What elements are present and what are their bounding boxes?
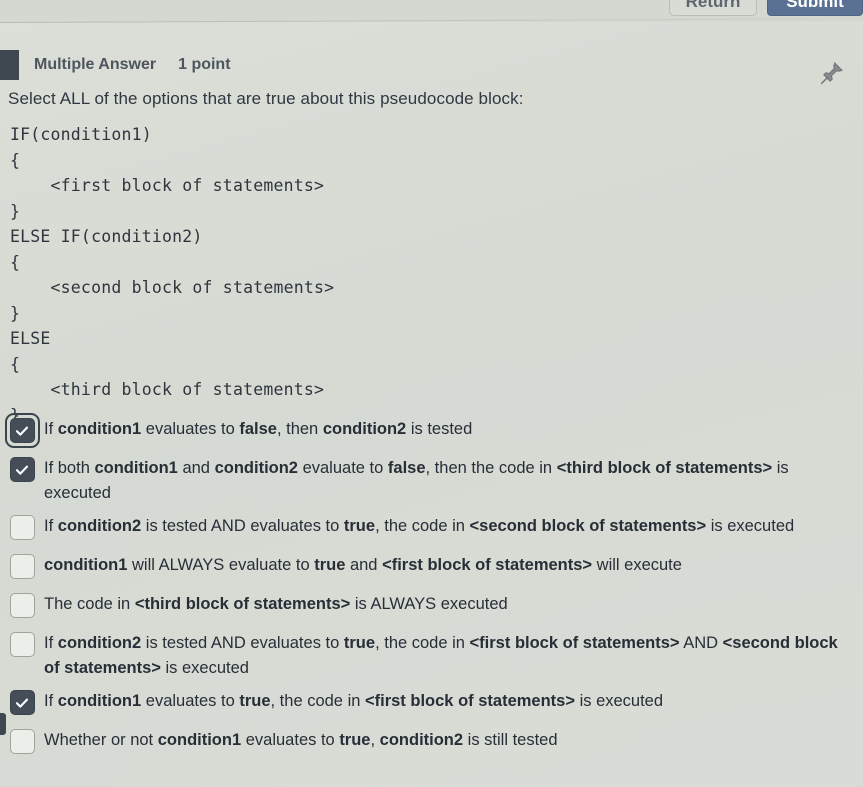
submit-button[interactable]: Submit	[767, 0, 863, 16]
pseudocode-block: IF(condition1) { <first block of stateme…	[10, 125, 335, 425]
checkbox-cell	[0, 552, 44, 579]
check-icon	[15, 465, 29, 475]
question-prompt: Select ALL of the options that are true …	[8, 89, 524, 108]
checkbox-unchecked[interactable]	[9, 593, 35, 618]
question-type-label: Multiple Answer	[34, 56, 157, 73]
answer-option-label: Whether or not condition1 evaluates to t…	[44, 731, 558, 749]
checkbox-unchecked[interactable]	[9, 515, 35, 540]
answer-option-label: If condition1 evaluates to false, then c…	[44, 420, 473, 438]
pushpin-icon[interactable]	[819, 60, 845, 86]
checkbox-unchecked[interactable]	[9, 729, 35, 754]
checkbox-cell	[0, 455, 44, 482]
return-button[interactable]: Return	[669, 0, 757, 16]
checkbox-checked[interactable]	[4, 413, 40, 448]
checkbox-unchecked[interactable]	[9, 554, 35, 579]
answer-option-label: If condition2 is tested AND evaluates to…	[44, 517, 795, 535]
question-marker-icon	[0, 50, 19, 80]
check-icon	[15, 426, 29, 436]
checkbox-checked[interactable]	[9, 457, 35, 482]
checkbox-cell	[0, 413, 44, 448]
answer-option[interactable]: Whether or not condition1 evaluates to t…	[0, 724, 863, 762]
answer-options-list: If condition1 evaluates to false, then c…	[0, 413, 863, 762]
checkbox-cell	[0, 591, 44, 618]
checkbox-cell	[0, 513, 44, 540]
checkbox-unchecked[interactable]	[9, 632, 35, 657]
question-meta: Multiple Answer 1 point	[34, 56, 231, 74]
check-icon	[15, 698, 29, 708]
answer-option[interactable]: If condition2 is tested AND evaluates to…	[0, 510, 863, 548]
answer-option-label: If condition1 evaluates to true, the cod…	[44, 692, 664, 710]
question-points-label: 1 point	[178, 56, 231, 73]
answer-option[interactable]: If condition1 evaluates to false, then c…	[0, 413, 863, 451]
answer-option[interactable]: If both condition1 and condition2 evalua…	[0, 452, 863, 509]
answer-option[interactable]: If condition1 evaluates to true, the cod…	[0, 685, 863, 723]
checkbox-cell	[0, 688, 44, 715]
question-header: Multiple Answer 1 point	[0, 50, 231, 80]
checkbox-cell	[0, 727, 44, 754]
answer-option-label: condition1 will ALWAYS evaluate to true …	[44, 556, 682, 574]
quiz-question-screen: Return Submit Multiple Answer 1 point Se…	[0, 0, 863, 787]
answer-option[interactable]: If condition2 is tested AND evaluates to…	[0, 627, 863, 684]
answer-option[interactable]: condition1 will ALWAYS evaluate to true …	[0, 549, 863, 587]
edge-artifact	[0, 713, 6, 735]
answer-option-label: The code in <third block of statements> …	[44, 595, 508, 613]
action-buttons-group: Return Submit	[669, 0, 863, 16]
answer-option[interactable]: The code in <third block of statements> …	[0, 588, 863, 626]
checkbox-cell	[0, 630, 44, 657]
answer-option-label: If both condition1 and condition2 evalua…	[44, 459, 789, 502]
checkbox-checked[interactable]	[9, 690, 35, 715]
answer-option-label: If condition2 is tested AND evaluates to…	[44, 634, 838, 677]
